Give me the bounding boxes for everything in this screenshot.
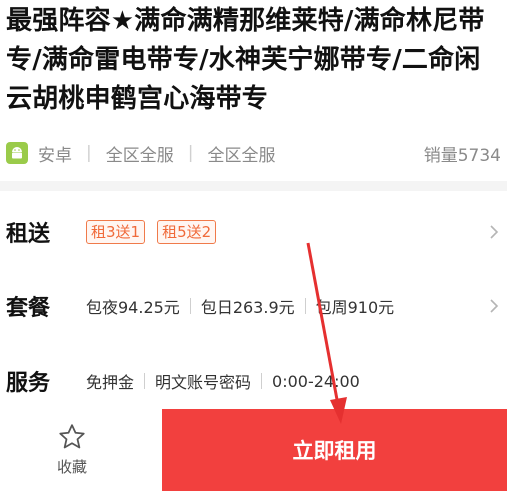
region-label-1: 全区全服 xyxy=(105,145,174,166)
rent-promo-row[interactable]: 租送 租3送1 租5送2 xyxy=(6,212,501,252)
rent-promo-label: 租送 xyxy=(6,222,51,247)
platform-label: 安卓 xyxy=(38,145,72,166)
divider xyxy=(189,298,191,314)
product-title: 最强阵容★满命满精那维莱特/满命林尼带专/满命雷电带专/水神芙宁娜带专/二命闲云… xyxy=(6,6,485,114)
rent-now-button[interactable]: 立即租用 xyxy=(162,409,507,491)
promo-tag: 租5送2 xyxy=(157,220,217,244)
divider xyxy=(304,298,306,314)
package-row[interactable]: 套餐 包夜94.25元 包日263.9元 包周910元 xyxy=(6,286,501,326)
chevron-right-icon[interactable] xyxy=(487,225,501,239)
section-divider xyxy=(0,181,507,191)
star-icon xyxy=(59,423,85,448)
package-option: 包周910元 xyxy=(315,298,395,317)
sales-count: 销量5734 xyxy=(423,145,501,166)
package-label: 套餐 xyxy=(6,296,51,321)
chevron-right-icon[interactable] xyxy=(487,299,501,313)
android-icon xyxy=(6,142,28,164)
product-meta: 安卓 | 全区全服 | 全区全服 销量5734 xyxy=(6,138,501,168)
service-item: 明文账号密码 xyxy=(155,373,252,392)
promo-tag: 租3送1 xyxy=(86,220,146,244)
favorite-label: 收藏 xyxy=(56,457,87,476)
service-item: 0:00-24:00 xyxy=(272,371,360,391)
divider xyxy=(261,373,263,389)
favorite-button[interactable]: 收藏 xyxy=(36,414,108,484)
region-label-2: 全区全服 xyxy=(207,145,276,166)
divider: | xyxy=(86,143,92,163)
package-option: 包日263.9元 xyxy=(200,298,295,317)
service-label: 服务 xyxy=(6,371,51,396)
divider xyxy=(144,373,146,389)
service-item: 免押金 xyxy=(86,373,135,392)
service-row: 服务 免押金 明文账号密码 0:00-24:00 xyxy=(6,361,501,401)
divider: | xyxy=(187,143,194,163)
package-option: 包夜94.25元 xyxy=(86,298,180,317)
